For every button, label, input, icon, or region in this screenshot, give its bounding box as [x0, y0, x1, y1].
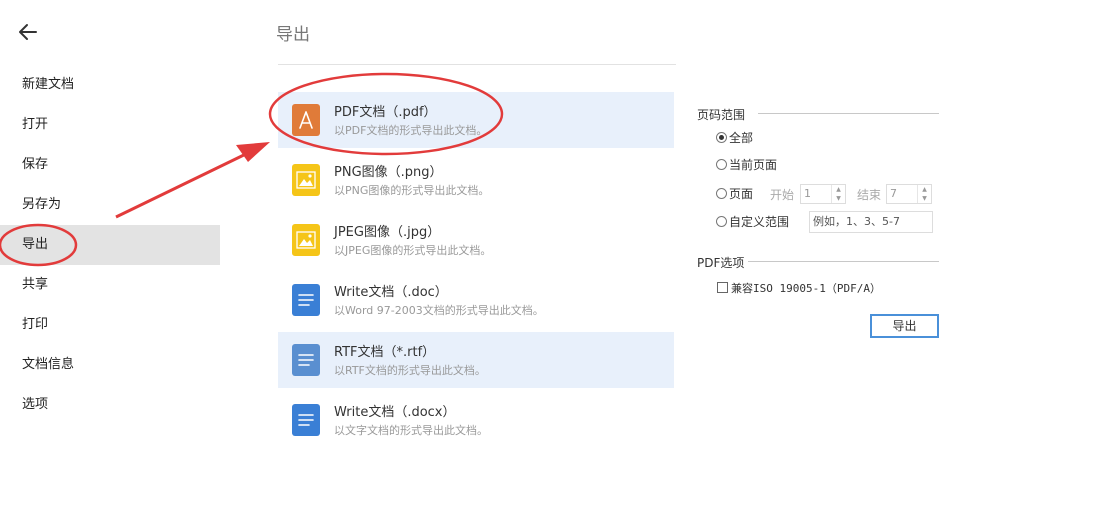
format-name: Write文档（.doc）: [334, 285, 448, 300]
document-icon: [292, 284, 320, 316]
format-item-docx[interactable]: Write文档（.docx） 以文字文档的形式导出此文档。: [278, 392, 674, 448]
radio-button-icon: [716, 216, 727, 227]
checkbox-icon: [717, 282, 728, 293]
sidebar: 新建文档 打开 保存 另存为 导出 共享 打印 文档信息 选项: [0, 0, 220, 529]
image-icon: [292, 224, 320, 256]
radio-custom-label: 自定义范围: [729, 215, 790, 229]
format-name: PNG图像（.png）: [334, 165, 443, 180]
format-description: 以PNG图像的形式导出此文档。: [334, 184, 490, 197]
custom-range-input[interactable]: 例如，1、3、5-7: [809, 211, 933, 233]
title-divider: [278, 64, 676, 65]
format-description: 以JPEG图像的形式导出此文档。: [334, 244, 492, 257]
format-name: Write文档（.docx）: [334, 405, 456, 420]
sidebar-item-save-as[interactable]: 另存为: [0, 185, 220, 225]
sidebar-item-share[interactable]: 共享: [0, 265, 220, 305]
document-icon: [292, 344, 320, 376]
end-label: 结束: [857, 188, 882, 202]
radio-all[interactable]: 全部: [716, 130, 753, 146]
pdf-options-divider: [748, 261, 939, 262]
start-page-stepper[interactable]: 1 ▲ ▼: [800, 184, 846, 204]
format-description: 以PDF文档的形式导出此文档。: [334, 124, 488, 137]
radio-current-page[interactable]: 当前页面: [716, 157, 777, 173]
stepper-arrows-icon[interactable]: ▲ ▼: [917, 185, 931, 203]
format-item-rtf[interactable]: RTF文档（*.rtf） 以RTF文档的形式导出此文档。: [278, 332, 674, 388]
format-description: 以RTF文档的形式导出此文档。: [334, 364, 486, 377]
format-item-pdf[interactable]: PDF文档（.pdf） 以PDF文档的形式导出此文档。: [278, 92, 674, 148]
radio-button-icon: [716, 132, 727, 143]
end-page-stepper[interactable]: 7 ▲ ▼: [886, 184, 932, 204]
radio-custom-range[interactable]: 自定义范围: [716, 214, 789, 230]
sidebar-item-open[interactable]: 打开: [0, 105, 220, 145]
format-description: 以Word 97-2003文档的形式导出此文档。: [334, 304, 544, 317]
pdfa-checkbox[interactable]: 兼容ISO 19005-1（PDF/A）: [717, 280, 881, 296]
pdf-options-label: PDF选项: [697, 256, 745, 270]
pdf-icon: [292, 104, 320, 136]
end-page-value: 7: [890, 187, 897, 200]
format-name: PDF文档（.pdf）: [334, 105, 437, 120]
image-icon: [292, 164, 320, 196]
stepper-arrows-icon[interactable]: ▲ ▼: [831, 185, 845, 203]
page-title: 导出: [276, 25, 310, 45]
sidebar-item-export[interactable]: 导出: [0, 225, 220, 265]
format-name: JPEG图像（.jpg）: [334, 225, 441, 240]
export-button[interactable]: 导出: [870, 314, 939, 338]
back-arrow-icon[interactable]: [16, 20, 40, 44]
sidebar-item-document-info[interactable]: 文档信息: [0, 345, 220, 385]
radio-pages[interactable]: 页面: [716, 186, 753, 202]
sidebar-item-options[interactable]: 选项: [0, 385, 220, 425]
page-range-label: 页码范围: [697, 108, 746, 122]
radio-all-label: 全部: [729, 131, 754, 145]
radio-button-icon: [716, 159, 727, 170]
start-page-value: 1: [804, 187, 811, 200]
radio-button-icon: [716, 188, 727, 199]
format-description: 以文字文档的形式导出此文档。: [334, 424, 488, 437]
format-item-jpeg[interactable]: JPEG图像（.jpg） 以JPEG图像的形式导出此文档。: [278, 212, 674, 268]
format-item-doc[interactable]: Write文档（.doc） 以Word 97-2003文档的形式导出此文档。: [278, 272, 674, 328]
pdfa-label: 兼容ISO 19005-1（PDF/A）: [731, 282, 881, 295]
radio-current-label: 当前页面: [729, 158, 778, 172]
annotation-arrow-head: [236, 142, 270, 162]
format-item-png[interactable]: PNG图像（.png） 以PNG图像的形式导出此文档。: [278, 152, 674, 208]
sidebar-item-print[interactable]: 打印: [0, 305, 220, 345]
sidebar-item-save[interactable]: 保存: [0, 145, 220, 185]
format-name: RTF文档（*.rtf）: [334, 345, 436, 360]
page-range-divider: [758, 113, 939, 114]
document-icon: [292, 404, 320, 436]
radio-pages-label: 页面: [729, 187, 754, 201]
sidebar-item-new-document[interactable]: 新建文档: [0, 65, 220, 105]
start-label: 开始: [770, 188, 795, 202]
